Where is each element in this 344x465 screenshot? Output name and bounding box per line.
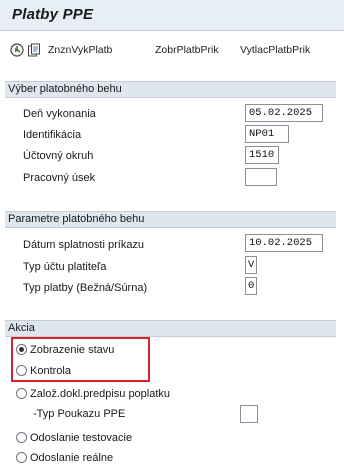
- label-typ-platby: Typ platby (Bežná/Súrna): [23, 282, 148, 294]
- radio-unchecked-icon[interactable]: [16, 452, 27, 463]
- field-den-vykonania[interactable]: 05.02.2025: [245, 104, 323, 122]
- field-typ-poukazu[interactable]: [240, 405, 258, 423]
- radio-unchecked-icon[interactable]: [16, 432, 27, 443]
- field-uctovny-okruh[interactable]: 1510: [245, 146, 279, 164]
- radio-label: Založ.dokl.predpisu poplatku: [30, 388, 171, 400]
- label-den-vykonania: Deň vykonania: [23, 108, 96, 120]
- toolbar-btn-znznvykplatb[interactable]: ZnznVykPlatb: [48, 44, 112, 56]
- toolbar-btn-vytlacplatbprik[interactable]: VytlacPlatbPrik: [240, 44, 310, 56]
- toolbar-btn-zobrplatbprik[interactable]: ZobrPlatbPrik: [155, 44, 219, 56]
- section-header-parametre: Parametre platobného behu: [5, 211, 336, 228]
- execute-icon[interactable]: [10, 43, 24, 57]
- label-typ-poukazu: -Typ Poukazu PPE: [33, 408, 126, 420]
- toolbar: ZnznVykPlatb ZobrPlatbPrik VytlacPlatbPr…: [0, 31, 344, 71]
- field-typ-uctu[interactable]: V: [245, 256, 257, 274]
- radio-odoslanie-testovacie[interactable]: Odoslanie testovacie: [16, 430, 176, 446]
- label-typ-uctu: Typ účtu platiteľa: [23, 261, 107, 273]
- section-header-akcia: Akcia: [5, 320, 336, 337]
- field-pracovny-usek[interactable]: [245, 168, 277, 186]
- section-header-vyber: Výber platobného behu: [5, 81, 336, 98]
- radio-unchecked-icon[interactable]: [16, 388, 27, 399]
- field-datum-splatnosti[interactable]: 10.02.2025: [245, 234, 323, 252]
- radio-zaloz-dokl[interactable]: Založ.dokl.predpisu poplatku: [16, 386, 216, 402]
- title-bar: Platby PPE: [0, 0, 344, 31]
- field-identifikacia[interactable]: NP01: [245, 125, 289, 143]
- section-body-parametre: Dátum splatnosti príkazu 10.02.2025 Typ …: [5, 229, 336, 309]
- field-typ-platby[interactable]: 0: [245, 277, 257, 295]
- section-body-vyber: Deň vykonania 05.02.2025 Identifikácia N…: [5, 99, 336, 199]
- page-title: Platby PPE: [12, 6, 94, 23]
- highlight-annotation: [11, 337, 150, 382]
- radio-label: Odoslanie testovacie: [30, 432, 133, 444]
- label-pracovny-usek: Pracovný úsek: [23, 172, 96, 184]
- radio-label: Odoslanie reálne: [30, 452, 114, 464]
- label-uctovny-okruh: Účtovný okruh: [23, 150, 94, 162]
- variant-icon[interactable]: [27, 43, 41, 57]
- radio-odoslanie-realne[interactable]: Odoslanie reálne: [16, 450, 176, 465]
- label-identifikacia: Identifikácia: [23, 129, 82, 141]
- label-datum-splatnosti: Dátum splatnosti príkazu: [23, 239, 145, 251]
